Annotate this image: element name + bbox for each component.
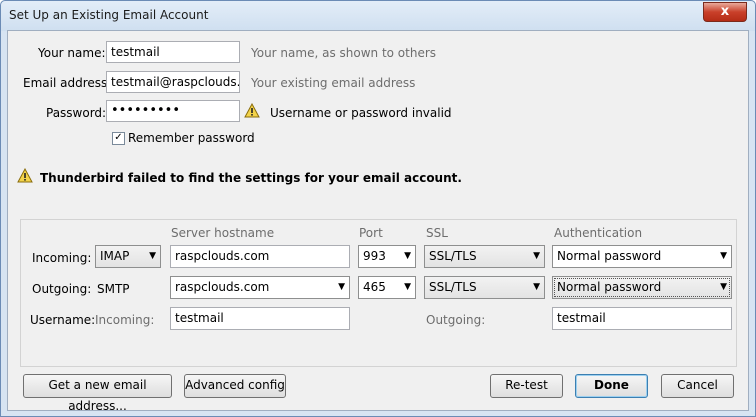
- email-field[interactable]: testmail@raspclouds.co: [106, 71, 240, 93]
- chevron-down-icon: ▼: [720, 282, 727, 292]
- window-title: Set Up an Existing Email Account: [9, 8, 209, 22]
- incoming-port-select[interactable]: 993 ▼: [358, 245, 416, 268]
- outgoing-ssl-select[interactable]: SSL/TLS ▼: [424, 276, 545, 299]
- incoming-protocol-select[interactable]: IMAP ▼: [95, 245, 161, 268]
- dialog-body: Your name: testmail Your name, as shown …: [7, 30, 749, 413]
- name-field[interactable]: testmail: [106, 41, 240, 63]
- remember-password-label: Remember password: [128, 131, 255, 145]
- advanced-config-button[interactable]: Advanced config: [184, 374, 286, 398]
- chevron-down-icon: ▼: [533, 282, 540, 292]
- chevron-down-icon: ▼: [149, 251, 156, 261]
- incoming-port-value: 993: [363, 249, 386, 263]
- retest-button[interactable]: Re-test: [490, 374, 563, 398]
- incoming-ssl-select[interactable]: SSL/TLS ▼: [424, 245, 545, 268]
- chevron-down-icon: ▼: [404, 282, 411, 292]
- name-hint: Your name, as shown to others: [251, 46, 437, 60]
- warning-icon: [244, 103, 260, 118]
- outgoing-hostname-select[interactable]: raspclouds.com ▼: [170, 276, 350, 299]
- chevron-down-icon: ▼: [338, 282, 345, 292]
- outgoing-username-field[interactable]: testmail: [552, 307, 732, 330]
- outgoing-port-value: 465: [363, 280, 386, 294]
- incoming-protocol-value: IMAP: [100, 249, 130, 263]
- port-header: Port: [359, 226, 383, 240]
- outgoing-auth-value: Normal password: [557, 280, 662, 294]
- auth-header: Authentication: [554, 226, 643, 240]
- get-new-email-button[interactable]: Get a new email address...: [23, 374, 172, 413]
- incoming-username-field[interactable]: testmail: [170, 307, 350, 330]
- chevron-down-icon: ▼: [404, 251, 411, 261]
- username-label: Username:: [30, 313, 96, 327]
- server-settings-panel: Server hostname Port SSL Authentication …: [20, 219, 737, 367]
- outgoing-auth-select[interactable]: Normal password ▼: [552, 276, 732, 299]
- chevron-down-icon: ▼: [533, 251, 540, 261]
- dialog-window: Set Up an Existing Email Account x Your …: [0, 0, 756, 417]
- name-label: Your name:: [38, 46, 106, 60]
- ssl-header: SSL: [426, 226, 448, 240]
- cancel-button[interactable]: Cancel: [661, 374, 734, 398]
- outgoing-protocol: SMTP: [97, 282, 130, 296]
- username-outgoing-label: Outgoing:: [426, 313, 486, 327]
- username-incoming-label: Incoming:: [95, 313, 155, 327]
- outgoing-port-select[interactable]: 465 ▼: [358, 276, 416, 299]
- email-hint: Your existing email address: [251, 76, 416, 90]
- incoming-auth-select[interactable]: Normal password ▼: [552, 245, 732, 268]
- hostname-header: Server hostname: [171, 226, 275, 240]
- title-bar: Set Up an Existing Email Account x: [1, 1, 755, 31]
- email-label: Email address:: [23, 76, 112, 90]
- outgoing-label: Outgoing:: [32, 282, 92, 296]
- password-label: Password:: [46, 106, 107, 120]
- warning-icon: [17, 168, 33, 183]
- password-error: Username or password invalid: [270, 106, 452, 120]
- close-button[interactable]: x: [703, 2, 747, 22]
- password-field[interactable]: •••••••••: [106, 100, 240, 122]
- incoming-auth-value: Normal password: [557, 249, 662, 263]
- failure-banner: Thunderbird failed to find the settings …: [40, 171, 462, 185]
- incoming-hostname-field[interactable]: raspclouds.com: [170, 245, 350, 268]
- chevron-down-icon: ▼: [720, 251, 727, 261]
- outgoing-hostname-value: raspclouds.com: [175, 280, 270, 294]
- incoming-label: Incoming:: [32, 251, 92, 265]
- done-button[interactable]: Done: [575, 374, 648, 398]
- outgoing-ssl-value: SSL/TLS: [429, 280, 477, 294]
- incoming-ssl-value: SSL/TLS: [429, 249, 477, 263]
- remember-password-checkbox[interactable]: ✓: [112, 132, 125, 145]
